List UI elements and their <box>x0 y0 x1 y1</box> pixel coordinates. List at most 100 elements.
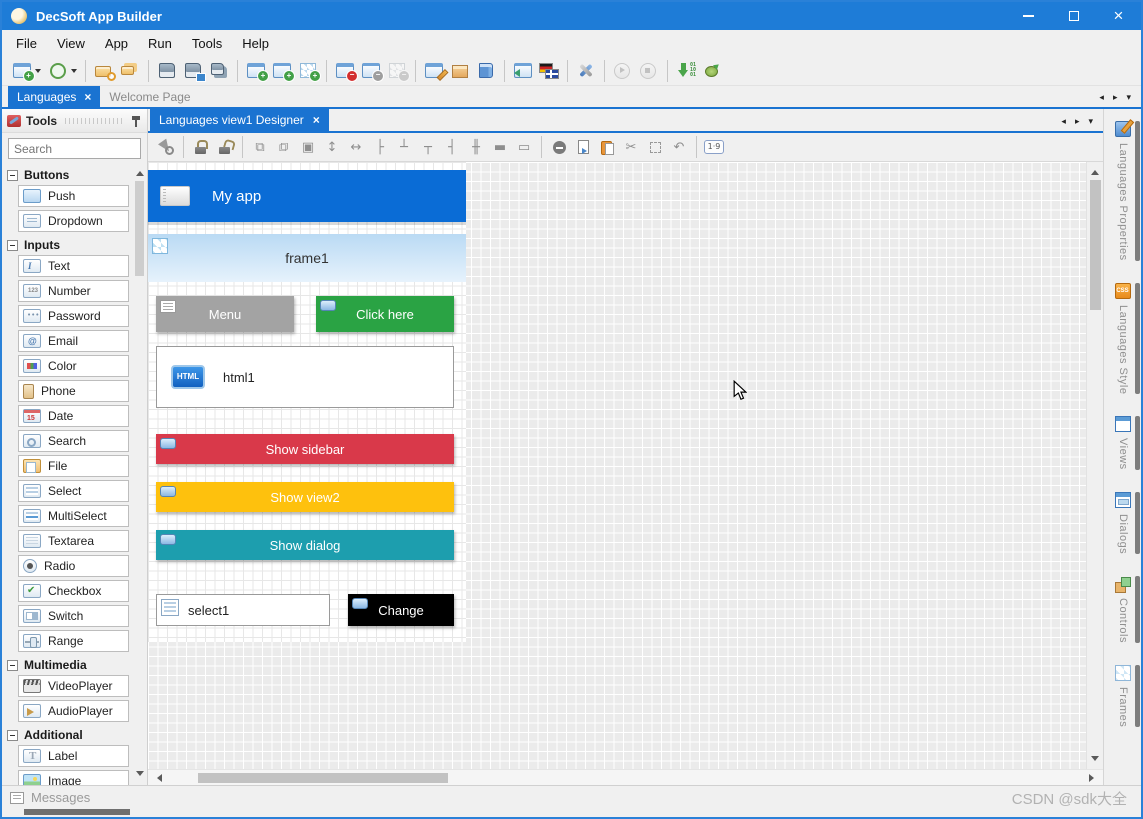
tab-languages-style[interactable]: Languages Style <box>1104 279 1141 398</box>
new-app-button[interactable] <box>8 59 44 83</box>
edit-view-button[interactable] <box>421 59 447 83</box>
align-top-button[interactable]: ┬ <box>416 136 440 158</box>
canvas-hscrollbar[interactable] <box>148 769 1103 785</box>
menu-file[interactable]: File <box>6 32 47 55</box>
search-input[interactable] <box>8 138 141 159</box>
open-app-button[interactable] <box>91 59 117 83</box>
tab-frames[interactable]: Frames <box>1104 661 1141 731</box>
select1-control[interactable]: select1 <box>156 594 330 626</box>
undo-button[interactable]: ↶ <box>667 136 691 158</box>
select-pointer-button[interactable] <box>154 136 178 158</box>
tools-group-additional[interactable]: Additional <box>4 725 147 745</box>
recent-apps-button[interactable] <box>44 59 80 83</box>
bring-to-front-button[interactable]: ⧉ <box>248 136 272 158</box>
marquee-select-button[interactable] <box>643 136 667 158</box>
tab-views[interactable]: Views <box>1104 412 1141 474</box>
run-app-button[interactable] <box>610 59 636 83</box>
align-center-button[interactable]: ╫ <box>464 136 488 158</box>
tab-languages[interactable]: Languages × <box>8 86 100 107</box>
same-size-button[interactable]: ▭ <box>512 136 536 158</box>
tool-color[interactable]: Color <box>18 355 129 377</box>
menu-button-control[interactable]: Menu <box>156 296 294 332</box>
scroll-up-icon[interactable] <box>1091 166 1099 175</box>
tool-search[interactable]: Search <box>18 430 129 452</box>
remove-dialog-button[interactable] <box>358 59 384 83</box>
tools-group-buttons[interactable]: Buttons <box>4 165 147 185</box>
design-surface[interactable]: My app frame1 Menu Click here <box>148 162 466 642</box>
send-to-back-button[interactable]: ⧉ <box>272 136 296 158</box>
tool-audioplayer[interactable]: AudioPlayer <box>18 700 129 722</box>
click-here-button-control[interactable]: Click here <box>316 296 454 332</box>
tool-email[interactable]: Email <box>18 330 129 352</box>
tab-controls[interactable]: Controls <box>1104 572 1141 647</box>
collapse-icon[interactable] <box>7 240 18 251</box>
close-tab-icon[interactable]: × <box>84 90 91 104</box>
collapse-icon[interactable] <box>7 170 18 181</box>
stop-app-button[interactable] <box>636 59 662 83</box>
menu-app[interactable]: App <box>95 32 138 55</box>
tool-switch[interactable]: Switch <box>18 605 129 627</box>
show-sidebar-button-control[interactable]: Show sidebar <box>156 434 454 464</box>
tool-label[interactable]: Label <box>18 745 129 767</box>
tool-range[interactable]: Range <box>18 630 129 652</box>
scroll-left-icon[interactable] <box>153 774 162 782</box>
tab-languages-properties[interactable]: Languages Properties <box>1104 117 1141 265</box>
copy-button[interactable] <box>571 136 595 158</box>
tool-push[interactable]: Push <box>18 185 129 207</box>
options-button[interactable] <box>573 59 599 83</box>
scroll-down-icon[interactable] <box>1091 756 1099 765</box>
menu-run[interactable]: Run <box>138 32 182 55</box>
app-header-control[interactable]: My app <box>148 170 466 222</box>
design-canvas[interactable]: My app frame1 Menu Click here <box>148 162 1103 769</box>
scroll-right-icon[interactable] <box>1089 774 1098 782</box>
tab-order-button[interactable]: 1·9 <box>702 136 726 158</box>
change-button-control[interactable]: Change <box>348 594 454 626</box>
show-dialog-button-control[interactable]: Show dialog <box>156 530 454 560</box>
tab-dialogs[interactable]: Dialogs <box>1104 488 1141 558</box>
frame1-control[interactable]: frame1 <box>148 234 466 282</box>
tab-list-icon[interactable] <box>1126 93 1131 102</box>
new-frame-button[interactable] <box>295 59 321 83</box>
collapse-icon[interactable] <box>7 660 18 671</box>
tool-file[interactable]: File <box>18 455 129 477</box>
tool-select[interactable]: Select <box>18 480 129 502</box>
splitter-handle[interactable] <box>1135 121 1140 261</box>
scroll-right-icon[interactable] <box>1113 93 1118 102</box>
scroll-left-icon[interactable] <box>1099 93 1104 102</box>
tool-date[interactable]: Date <box>18 405 129 427</box>
paste-button[interactable] <box>595 136 619 158</box>
unlock-control-button[interactable] <box>213 136 237 158</box>
lock-control-button[interactable] <box>189 136 213 158</box>
scroll-down-icon[interactable] <box>136 771 144 780</box>
menu-help[interactable]: Help <box>232 32 279 55</box>
remove-view-button[interactable] <box>332 59 358 83</box>
show-view2-button-control[interactable]: Show view2 <box>156 482 454 512</box>
tool-text[interactable]: Text <box>18 255 129 277</box>
save-as-button[interactable] <box>180 59 206 83</box>
align-left-button[interactable]: ├ <box>368 136 392 158</box>
align-middle-button[interactable]: ▬ <box>488 136 512 158</box>
tab-welcome-page[interactable]: Welcome Page <box>100 86 199 107</box>
scroll-right-icon[interactable] <box>1075 117 1080 126</box>
pin-icon[interactable] <box>130 114 142 128</box>
save-all-button[interactable] <box>206 59 232 83</box>
tab-languages-view1-designer[interactable]: Languages view1 Designer × <box>150 109 329 131</box>
minimize-button[interactable] <box>1006 2 1051 30</box>
messages-bar[interactable]: Messages <box>2 785 1141 809</box>
menu-view[interactable]: View <box>47 32 95 55</box>
tool-dropdown[interactable]: Dropdown <box>18 210 129 232</box>
cut-button[interactable]: ✂ <box>619 136 643 158</box>
splitter-handle[interactable] <box>1135 492 1140 554</box>
tool-phone[interactable]: Phone <box>18 380 129 402</box>
tool-videoplayer[interactable]: VideoPlayer <box>18 675 129 697</box>
same-width-button[interactable]: ↔ <box>344 136 368 158</box>
debug-button[interactable] <box>699 59 725 83</box>
tool-password[interactable]: Password <box>18 305 129 327</box>
tool-image[interactable]: Image <box>18 770 129 785</box>
tool-textarea[interactable]: Textarea <box>18 530 129 552</box>
tool-number[interactable]: Number <box>18 280 129 302</box>
open-folder-button[interactable] <box>117 59 143 83</box>
remove-control-button[interactable] <box>547 136 571 158</box>
tools-group-multimedia[interactable]: Multimedia <box>4 655 147 675</box>
tool-multiselect[interactable]: MultiSelect <box>18 505 129 527</box>
